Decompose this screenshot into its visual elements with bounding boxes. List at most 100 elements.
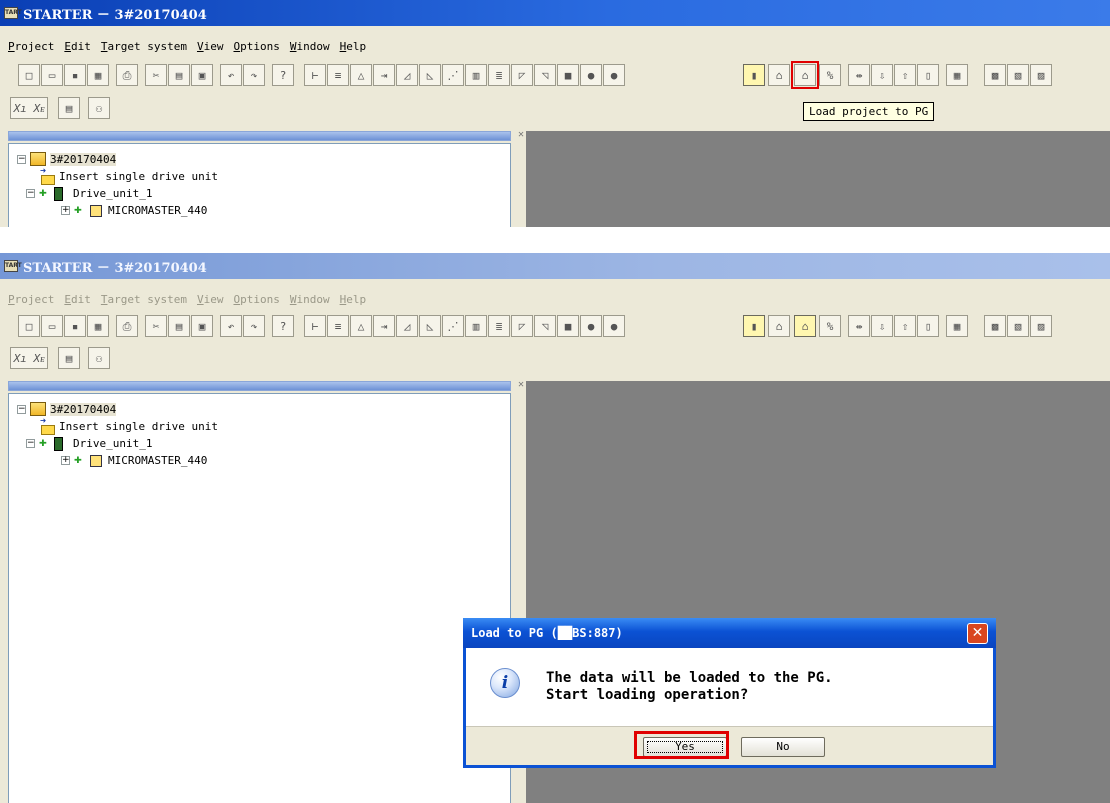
help-pointer-icon[interactable]: ? [272, 315, 294, 337]
expand-icon[interactable]: + [61, 455, 70, 465]
trace-icon[interactable]: ▩ [984, 64, 1006, 86]
tool-icon-15[interactable]: ⇹ [848, 64, 870, 86]
save-icon[interactable]: ▪ [64, 64, 86, 86]
tool-icon-9[interactable]: ≣ [488, 315, 510, 337]
connect-icon[interactable]: ▮ [743, 315, 765, 337]
print-icon[interactable]: ⎙ [116, 64, 138, 86]
xi-xe-icon[interactable]: Xı Xᴇ [10, 97, 48, 119]
generator-icon[interactable]: ▨ [1030, 64, 1052, 86]
compare-icon[interactable]: % [819, 315, 841, 337]
tree-item-device[interactable]: + MICROMASTER_440 [61, 452, 207, 468]
tool-icon-8[interactable]: ▥ [465, 315, 487, 337]
menu-target-system[interactable]: Target system [101, 293, 187, 306]
tool-icon-17[interactable]: ⇧ [894, 64, 916, 86]
new-icon[interactable]: □ [18, 315, 40, 337]
menu-project[interactable]: Project [8, 293, 54, 306]
tool-icon-19[interactable]: ▦ [946, 64, 968, 86]
function-icon[interactable]: ▧ [1007, 64, 1029, 86]
tool-icon-6[interactable]: ◺ [419, 64, 441, 86]
tool-icon-16[interactable]: ⇩ [871, 64, 893, 86]
save-icon[interactable]: ▪ [64, 315, 86, 337]
tool-icon-7[interactable]: ⋰ [442, 64, 464, 86]
parameter-icon[interactable]: ▤ [58, 347, 80, 369]
tool-icon-14[interactable]: ● [603, 315, 625, 337]
menu-options[interactable]: Options [233, 293, 279, 306]
menu-help[interactable]: Help [340, 293, 367, 306]
download-icon[interactable]: ⌂ [768, 64, 790, 86]
close-icon[interactable]: ✕ [518, 129, 524, 140]
close-icon[interactable]: ✕ [967, 623, 988, 644]
tool-icon-10[interactable]: ◸ [511, 64, 533, 86]
undo-icon[interactable]: ↶ [220, 64, 242, 86]
tool-icon-2[interactable]: ≡ [327, 64, 349, 86]
collapse-icon[interactable]: − [17, 404, 26, 414]
menu-project[interactable]: Project [8, 40, 54, 53]
open-icon[interactable]: ▭ [41, 315, 63, 337]
tool-icon-4[interactable]: ⇥ [373, 315, 395, 337]
connect-icon[interactable]: ▮ [743, 64, 765, 86]
paste-icon[interactable]: ▣ [191, 315, 213, 337]
tool-icon-16[interactable]: ⇩ [871, 315, 893, 337]
cut-icon[interactable]: ✂ [145, 315, 167, 337]
save-compile-icon[interactable]: ▦ [87, 64, 109, 86]
tool-icon-1[interactable]: ⊢ [304, 64, 326, 86]
function-icon[interactable]: ▧ [1007, 315, 1029, 337]
print-icon[interactable]: ⎙ [116, 315, 138, 337]
menu-help[interactable]: Help [340, 40, 367, 53]
tree-item-device[interactable]: + MICROMASTER_440 [61, 202, 207, 218]
tool-icon-6[interactable]: ◺ [419, 315, 441, 337]
parameter-icon[interactable]: ▤ [58, 97, 80, 119]
menu-edit[interactable]: Edit [64, 40, 91, 53]
tool-icon-13[interactable]: ● [580, 64, 602, 86]
menu-edit[interactable]: Edit [64, 293, 91, 306]
help-pointer-icon[interactable]: ? [272, 64, 294, 86]
tool-icon-14[interactable]: ● [603, 64, 625, 86]
network-icon[interactable]: ⚇ [88, 347, 110, 369]
collapse-icon[interactable]: − [26, 438, 35, 448]
redo-icon[interactable]: ↷ [243, 64, 265, 86]
copy-icon[interactable]: ▤ [168, 64, 190, 86]
tool-icon-18[interactable]: ▯ [917, 315, 939, 337]
tool-icon-15[interactable]: ⇹ [848, 315, 870, 337]
save-compile-icon[interactable]: ▦ [87, 315, 109, 337]
tree-item-project[interactable]: − 3#20170404 [17, 401, 117, 417]
tool-icon-17[interactable]: ⇧ [894, 315, 916, 337]
network-icon[interactable]: ⚇ [88, 97, 110, 119]
undo-icon[interactable]: ↶ [220, 315, 242, 337]
tool-icon-10[interactable]: ◸ [511, 315, 533, 337]
menu-view[interactable]: View [197, 293, 224, 306]
cut-icon[interactable]: ✂ [145, 64, 167, 86]
tool-icon-2[interactable]: ≡ [327, 315, 349, 337]
tool-icon-7[interactable]: ⋰ [442, 315, 464, 337]
menu-view[interactable]: View [197, 40, 224, 53]
new-icon[interactable]: □ [18, 64, 40, 86]
tool-icon-3[interactable]: △ [350, 64, 372, 86]
tool-icon-3[interactable]: △ [350, 315, 372, 337]
tool-icon-12[interactable]: ■ [557, 64, 579, 86]
download-icon[interactable]: ⌂ [768, 315, 790, 337]
tool-icon-5[interactable]: ◿ [396, 64, 418, 86]
tool-icon-18[interactable]: ▯ [917, 64, 939, 86]
tree-item-project[interactable]: − 3#20170404 [17, 151, 117, 167]
expand-icon[interactable]: + [61, 205, 70, 215]
tool-icon-11[interactable]: ◹ [534, 64, 556, 86]
redo-icon[interactable]: ↷ [243, 315, 265, 337]
tool-icon-12[interactable]: ■ [557, 315, 579, 337]
paste-icon[interactable]: ▣ [191, 64, 213, 86]
tool-icon-4[interactable]: ⇥ [373, 64, 395, 86]
tool-icon-1[interactable]: ⊢ [304, 315, 326, 337]
trace-icon[interactable]: ▩ [984, 315, 1006, 337]
menu-options[interactable]: Options [233, 40, 279, 53]
xi-xe-icon[interactable]: Xı Xᴇ [10, 347, 48, 369]
collapse-icon[interactable]: − [26, 188, 35, 198]
tree-item-drive[interactable]: − Drive_unit_1 [26, 435, 152, 451]
tool-icon-5[interactable]: ◿ [396, 315, 418, 337]
collapse-icon[interactable]: − [17, 154, 26, 164]
generator-icon[interactable]: ▨ [1030, 315, 1052, 337]
menu-window[interactable]: Window [290, 40, 330, 53]
compare-icon[interactable]: % [819, 64, 841, 86]
load-to-pg-icon[interactable]: ⌂ [794, 315, 816, 337]
tool-icon-13[interactable]: ● [580, 315, 602, 337]
tree-item-insert[interactable]: Insert single drive unit [39, 166, 218, 185]
tree-item-drive[interactable]: − Drive_unit_1 [26, 185, 152, 201]
